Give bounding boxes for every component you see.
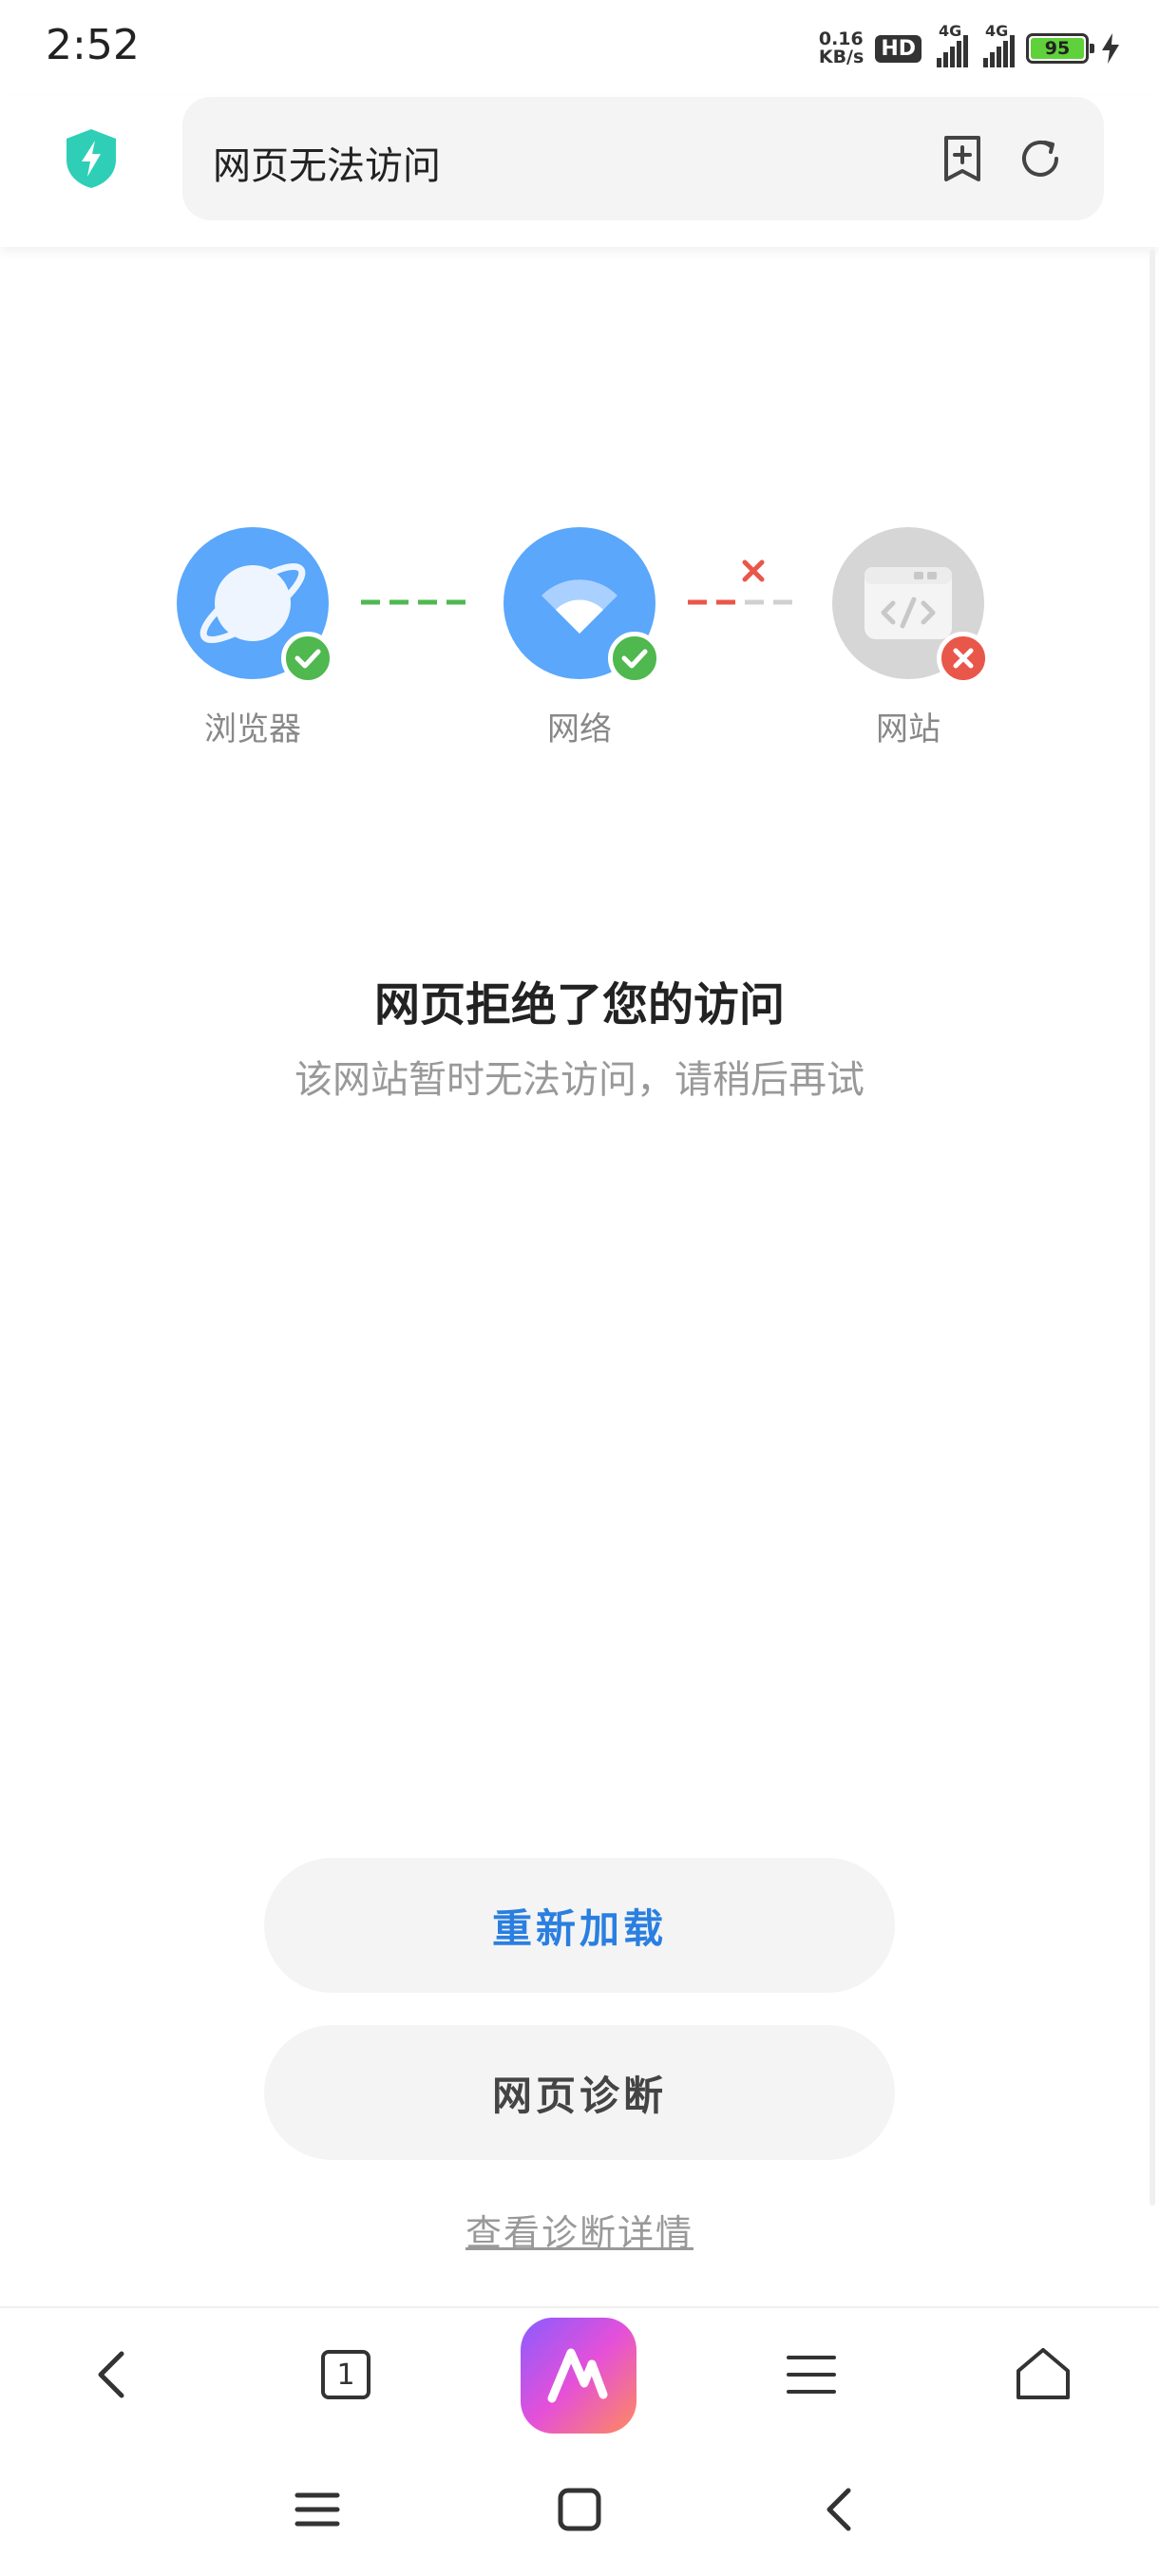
system-home-button[interactable] <box>532 2462 627 2557</box>
battery-icon: 95 <box>1026 33 1094 64</box>
error-title: 网页拒绝了您的访问 <box>373 978 785 1032</box>
refresh-icon[interactable] <box>1015 133 1066 184</box>
connector-browser-network <box>361 599 471 605</box>
connector-network-website <box>688 559 798 605</box>
website-node <box>832 527 990 685</box>
reload-button[interactable]: 重新加载 <box>264 1858 895 1993</box>
cross-icon <box>953 648 974 669</box>
tabs-icon: 1 <box>321 2350 370 2399</box>
status-indicators: 0.16 KB/s HD 4G 4G 95 <box>819 22 1121 72</box>
status-time: 2:52 <box>46 21 140 69</box>
browser-error-page: 2:52 0.16 KB/s HD 4G 4G 95 网页无法访问 浏览器 网络… <box>0 0 1159 2576</box>
status-ok-badge <box>608 632 661 685</box>
system-back-button[interactable] <box>794 2462 889 2557</box>
nav-back-icon <box>826 2488 851 2531</box>
menu-button[interactable] <box>764 2327 859 2422</box>
signal-strength-sim1-icon: 4G <box>933 22 968 67</box>
network-speed-unit: KB/s <box>818 47 864 67</box>
battery-level: 95 <box>1031 38 1084 59</box>
network-node <box>504 527 661 685</box>
home-button[interactable] <box>996 2327 1091 2422</box>
menu-icon <box>787 2356 836 2394</box>
back-button[interactable] <box>66 2327 162 2422</box>
page-scrollbar[interactable] <box>1150 249 1155 2206</box>
back-icon <box>98 2351 124 2398</box>
hd-voice-badge: HD <box>875 34 922 63</box>
status-error-badge <box>937 632 990 685</box>
tabs-button[interactable]: 1 <box>298 2327 393 2422</box>
security-shield-icon[interactable] <box>63 127 120 190</box>
home-icon <box>1016 2348 1070 2399</box>
check-icon <box>621 649 648 669</box>
system-navigation-bar <box>0 2441 1159 2576</box>
diagnose-button[interactable]: 网页诊断 <box>264 2025 895 2160</box>
view-diagnosis-details-link[interactable]: 查看诊断详情 <box>0 2204 1159 2256</box>
ai-assistant-icon <box>547 2348 608 2403</box>
browser-node <box>177 527 334 685</box>
network-speed: 0.16 KB/s <box>819 30 864 66</box>
url-bar[interactable]: 网页无法访问 <box>182 97 1104 220</box>
add-bookmark-icon[interactable] <box>937 133 988 184</box>
status-bar: 2:52 0.16 KB/s HD 4G 4G 95 <box>0 0 1159 95</box>
address-bar-header: 网页无法访问 <box>0 95 1159 247</box>
status-ok-badge <box>281 632 334 685</box>
recent-apps-button[interactable] <box>270 2462 365 2557</box>
ai-assistant-button[interactable] <box>521 2318 636 2434</box>
browser-label: 浏览器 <box>204 710 301 748</box>
signal-strength-sim2-icon: 4G <box>979 22 1015 67</box>
check-icon <box>294 649 321 669</box>
bottom-toolbar: 1 <box>0 2306 1159 2441</box>
recent-apps-icon <box>294 2492 340 2527</box>
sim2-network-type: 4G <box>985 22 1009 40</box>
charging-icon <box>1102 33 1119 64</box>
connection-diagram: 浏览器 网络 网站 <box>0 522 1159 769</box>
home-square-icon <box>558 2488 601 2531</box>
website-label: 网站 <box>876 710 940 748</box>
error-subtitle: 该网站暂时无法访问，请稍后再试 <box>294 1058 864 1102</box>
page-title[interactable]: 网页无法访问 <box>213 135 441 190</box>
sim1-network-type: 4G <box>939 22 962 40</box>
network-label: 网络 <box>547 710 612 748</box>
